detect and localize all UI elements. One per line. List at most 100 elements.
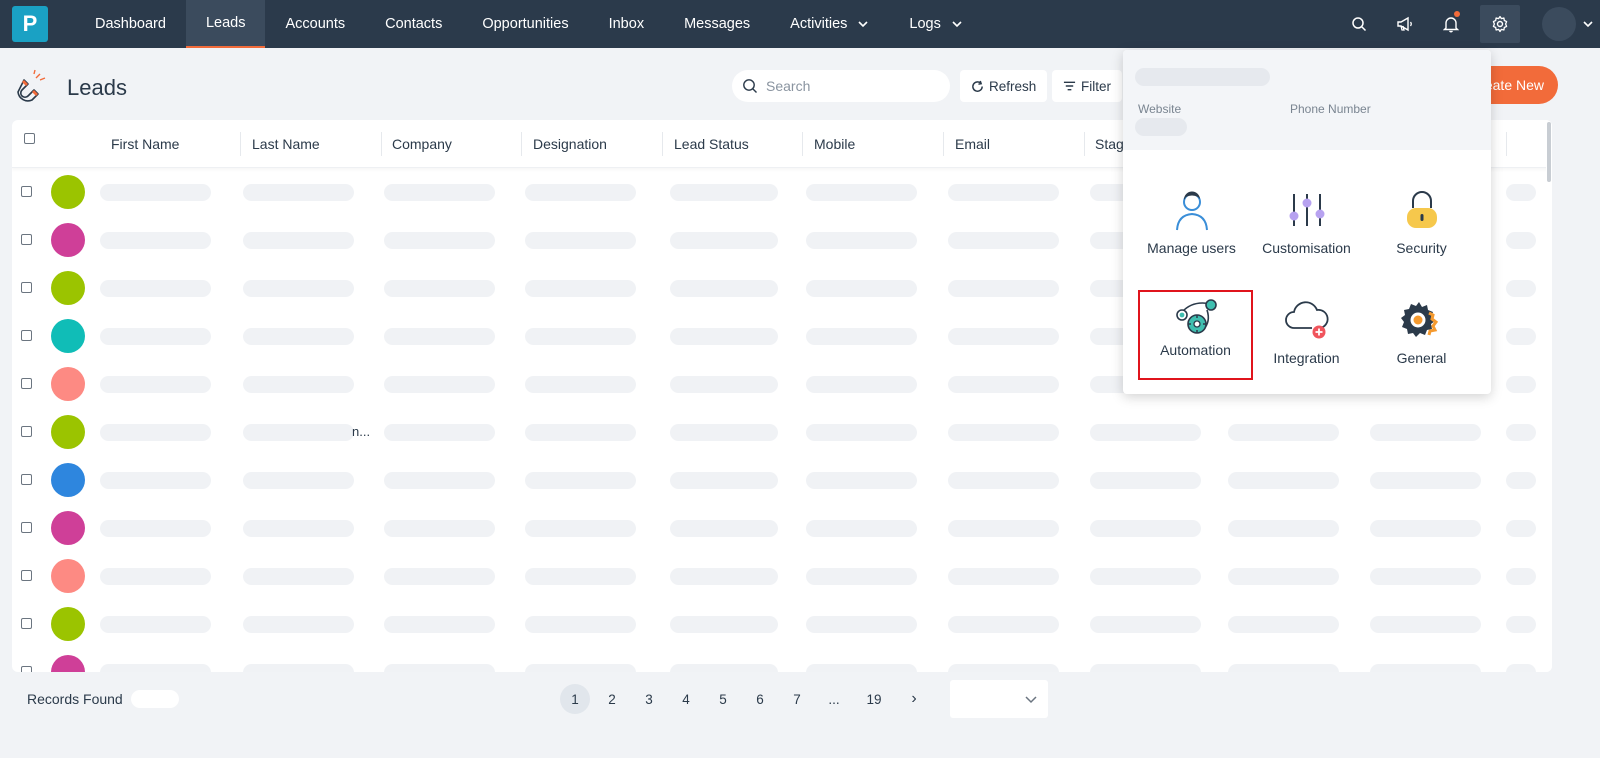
- cell-placeholder: [100, 424, 211, 441]
- cell-placeholder: [1090, 664, 1201, 672]
- col-first-name[interactable]: First Name: [111, 120, 179, 168]
- cell-placeholder: [243, 376, 354, 393]
- col-lead-status[interactable]: Lead Status: [674, 120, 749, 168]
- bell-icon[interactable]: [1428, 0, 1474, 48]
- app-logo[interactable]: P: [12, 6, 48, 42]
- row-checkbox[interactable]: [21, 378, 32, 389]
- cell-placeholder: [948, 280, 1059, 297]
- page-6[interactable]: 6: [745, 684, 775, 714]
- page-5[interactable]: 5: [708, 684, 738, 714]
- nav-dashboard[interactable]: Dashboard: [75, 0, 186, 48]
- table-scrollbar[interactable]: [1546, 120, 1552, 672]
- nav-contacts[interactable]: Contacts: [365, 0, 462, 48]
- cell-placeholder: [525, 568, 636, 585]
- cell-placeholder: [806, 328, 917, 345]
- filter-button[interactable]: Filter: [1052, 70, 1122, 102]
- nav-activities[interactable]: Activities: [770, 0, 889, 48]
- row-checkbox[interactable]: [21, 330, 32, 341]
- page-2[interactable]: 2: [597, 684, 627, 714]
- table-row[interactable]: [12, 458, 1552, 506]
- row-checkbox[interactable]: [21, 618, 32, 629]
- nav-accounts[interactable]: Accounts: [265, 0, 365, 48]
- cell-placeholder: [1506, 424, 1536, 441]
- page-4[interactable]: 4: [671, 684, 701, 714]
- security-item[interactable]: Security: [1364, 180, 1479, 270]
- cell-placeholder: [243, 280, 354, 297]
- scrollbar-thumb[interactable]: [1547, 122, 1551, 182]
- nav-logs[interactable]: Logs: [889, 0, 982, 48]
- lead-avatar: [51, 319, 85, 353]
- select-all-checkbox[interactable]: [24, 133, 35, 144]
- row-checkbox[interactable]: [21, 282, 32, 293]
- col-email[interactable]: Email: [955, 120, 990, 168]
- table-row[interactable]: n...: [12, 410, 1552, 458]
- cell-placeholder: [806, 616, 917, 633]
- table-row[interactable]: [12, 602, 1552, 650]
- gear-icon[interactable]: [1480, 5, 1520, 43]
- chevron-down-icon[interactable]: [1576, 18, 1600, 30]
- user-avatar[interactable]: [1542, 7, 1576, 41]
- cell-placeholder: [100, 472, 211, 489]
- row-checkbox[interactable]: [21, 186, 32, 197]
- table-row[interactable]: [12, 506, 1552, 554]
- col-separator: [240, 132, 241, 156]
- integration-label: Integration: [1273, 350, 1340, 366]
- col-mobile[interactable]: Mobile: [814, 120, 855, 168]
- general-item[interactable]: General: [1364, 290, 1479, 380]
- cell-placeholder: [1506, 568, 1536, 585]
- cell-placeholder: [948, 328, 1059, 345]
- megaphone-icon[interactable]: [1382, 0, 1428, 48]
- col-last-name[interactable]: Last Name: [252, 120, 320, 168]
- nav-opportunities[interactable]: Opportunities: [462, 0, 588, 48]
- cell-placeholder: [670, 328, 778, 345]
- nav-leads[interactable]: Leads: [185, 0, 266, 48]
- next-page-button[interactable]: ›: [899, 684, 929, 714]
- nav-label: Opportunities: [482, 16, 569, 32]
- cell-placeholder: [948, 184, 1059, 201]
- row-checkbox[interactable]: [21, 234, 32, 245]
- row-checkbox[interactable]: [21, 474, 32, 485]
- automation-item[interactable]: Automation: [1138, 290, 1253, 380]
- search-box[interactable]: [732, 70, 950, 102]
- cell-placeholder: [670, 664, 778, 672]
- nav-label: Contacts: [385, 16, 443, 32]
- cell-placeholder: [100, 616, 211, 633]
- lead-avatar: [51, 223, 85, 257]
- manage-users-item[interactable]: Manage users: [1134, 180, 1249, 270]
- row-checkbox[interactable]: [21, 426, 32, 437]
- col-designation[interactable]: Designation: [533, 120, 607, 168]
- row-checkbox[interactable]: [21, 570, 32, 581]
- nav-messages[interactable]: Messages: [664, 0, 770, 48]
- cell-placeholder: [1090, 424, 1201, 441]
- page-7[interactable]: 7: [782, 684, 812, 714]
- lead-avatar: [51, 655, 85, 672]
- refresh-button[interactable]: Refresh: [960, 70, 1048, 102]
- chevron-down-icon: [1025, 696, 1037, 704]
- col-company[interactable]: Company: [392, 120, 452, 168]
- cell-placeholder: [384, 232, 495, 249]
- page-3[interactable]: 3: [634, 684, 664, 714]
- cell-placeholder: [1370, 616, 1481, 633]
- row-checkbox[interactable]: [21, 522, 32, 533]
- cell-placeholder: [948, 520, 1059, 537]
- search-input[interactable]: [766, 78, 936, 94]
- page-size-select[interactable]: [950, 680, 1048, 718]
- page-19[interactable]: 19: [856, 684, 892, 714]
- integration-item[interactable]: Integration: [1249, 290, 1364, 380]
- customisation-item[interactable]: Customisation: [1249, 180, 1364, 270]
- truncated-cell-text: n...: [352, 424, 371, 439]
- automation-icon: [1175, 299, 1217, 334]
- table-row[interactable]: [12, 554, 1552, 602]
- user-icon: [1175, 191, 1208, 231]
- nav-inbox[interactable]: Inbox: [589, 0, 664, 48]
- security-label: Security: [1396, 240, 1447, 256]
- cell-placeholder: [806, 424, 917, 441]
- cell-placeholder: [100, 232, 211, 249]
- search-icon[interactable]: [1336, 0, 1382, 48]
- cell-placeholder: [525, 328, 636, 345]
- nav-label: Accounts: [285, 16, 346, 32]
- table-row[interactable]: [12, 650, 1552, 672]
- cell-placeholder: [100, 184, 211, 201]
- page-1[interactable]: 1: [560, 684, 590, 714]
- row-checkbox[interactable]: [21, 666, 32, 672]
